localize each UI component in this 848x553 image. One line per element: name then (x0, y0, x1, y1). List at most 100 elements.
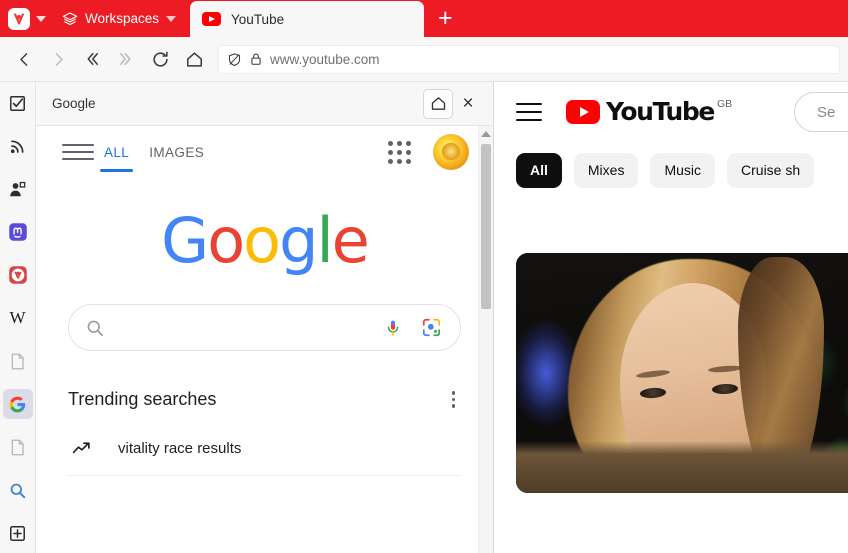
google-lens-icon[interactable] (418, 317, 444, 338)
google-panel: Google × ALL IMAGES Google Trending sear… (36, 82, 494, 553)
youtube-play-icon (566, 100, 600, 124)
logo-letter: g (279, 204, 318, 277)
new-tab-button[interactable]: + (424, 0, 467, 37)
youtube-logo[interactable]: YouTube GB (566, 98, 732, 126)
panel-close-button[interactable]: × (453, 89, 483, 119)
trending-item-label: vitality race results (118, 439, 242, 457)
rail-item-google[interactable] (2, 389, 33, 419)
google-icon (9, 396, 26, 412)
rail-item-contacts[interactable] (3, 174, 33, 204)
youtube-header: YouTube GB Se (494, 82, 848, 142)
shield-blocked-icon (228, 52, 241, 66)
home-icon (431, 97, 445, 110)
logo-letter: l (316, 204, 333, 277)
google-search-box[interactable] (68, 304, 461, 351)
google-logo: Google (56, 210, 473, 272)
workspaces-label: Workspaces (85, 11, 160, 26)
youtube-search-area: Se (756, 92, 848, 132)
tab-youtube[interactable]: YouTube (190, 1, 425, 37)
url-text: www.youtube.com (270, 51, 380, 67)
scrollbar-thumb[interactable] (481, 144, 491, 309)
rail-item-search[interactable] (3, 475, 33, 505)
layers-icon (62, 11, 78, 25)
youtube-search-placeholder: Se (817, 103, 836, 121)
logo-letter: e (331, 204, 370, 277)
google-tab-all[interactable]: ALL (94, 126, 139, 178)
google-page-content: ALL IMAGES Google Trending searches vita… (36, 126, 493, 476)
google-panel-scrollbar[interactable] (478, 126, 493, 553)
rewind-icon (87, 53, 98, 65)
google-tab-images[interactable]: IMAGES (139, 126, 214, 178)
rail-item-vivaldi[interactable] (3, 260, 33, 290)
fastforward-button[interactable] (110, 43, 142, 75)
home-icon (186, 51, 202, 67)
rss-icon (10, 140, 24, 153)
youtube-page: YouTube GB Se All Mixes Music Cruise sh (494, 82, 848, 553)
logo-letter: o (243, 204, 281, 277)
google-panel-title: Google (52, 96, 96, 111)
logo-letter: o (207, 204, 245, 277)
contact-icon (10, 181, 26, 196)
panel-home-button[interactable] (423, 88, 453, 119)
forward-icon (55, 52, 63, 66)
fastforward-icon (120, 53, 131, 65)
search-icon (10, 483, 26, 498)
logo-letter: G (161, 204, 209, 277)
checkbox-icon (10, 95, 25, 111)
kebab-menu-icon[interactable] (446, 387, 462, 412)
trending-title: Trending searches (68, 388, 217, 409)
browser-tab-bar: Workspaces YouTube + (0, 0, 848, 37)
rail-item-wikipedia[interactable]: W (3, 303, 33, 333)
back-button[interactable] (8, 43, 40, 75)
google-panel-body: ALL IMAGES Google Trending searches vita… (36, 126, 493, 553)
chip-all[interactable]: All (516, 152, 562, 188)
panel-rail: W (0, 82, 36, 553)
workspaces-button[interactable]: Workspaces (52, 0, 186, 37)
youtube-video-grid (494, 198, 848, 493)
home-button[interactable] (178, 43, 210, 75)
back-icon (19, 52, 27, 66)
chip-mixes[interactable]: Mixes (573, 152, 639, 188)
rail-item-mastodon[interactable] (3, 217, 33, 247)
avatar[interactable] (433, 134, 469, 170)
forward-button[interactable] (42, 43, 74, 75)
rail-item-add-panel[interactable] (3, 518, 33, 548)
reload-button[interactable] (144, 43, 176, 75)
tab-title: YouTube (231, 11, 285, 27)
rail-item-feeds[interactable] (3, 131, 33, 161)
vivaldi-logo-icon (8, 7, 30, 30)
work-area: W Google × ALL IMAGES Google Trending se… (0, 82, 848, 553)
apps-grid-icon[interactable] (388, 140, 411, 164)
lock-icon (251, 53, 261, 65)
url-field[interactable]: www.youtube.com (218, 44, 840, 74)
chevron-down-icon (166, 15, 177, 22)
google-nav: ALL IMAGES (56, 126, 473, 178)
rail-item-tasks[interactable] (3, 88, 33, 118)
page-icon (11, 439, 24, 455)
youtube-favicon-icon (202, 12, 222, 26)
chip-cruise-ships[interactable]: Cruise sh (727, 152, 815, 188)
hamburger-icon[interactable] (60, 144, 94, 160)
address-bar: www.youtube.com (0, 37, 848, 82)
mastodon-icon (8, 223, 27, 241)
microphone-icon[interactable] (380, 318, 406, 338)
vivaldi-menu-button[interactable] (0, 0, 52, 37)
chip-music[interactable]: Music (650, 152, 716, 188)
youtube-filter-chips: All Mixes Music Cruise sh (494, 142, 848, 198)
video-thumbnail[interactable] (516, 253, 848, 493)
youtube-search-input[interactable]: Se (794, 92, 848, 132)
youtube-country-code: GB (716, 98, 733, 110)
rewind-button[interactable] (76, 43, 108, 75)
magnifier-icon (87, 320, 104, 336)
wikipedia-icon: W (9, 308, 26, 327)
youtube-wordmark: YouTube (606, 97, 715, 126)
reload-icon (152, 51, 168, 67)
scroll-up-arrow-icon[interactable] (479, 126, 493, 141)
rail-item-notes[interactable] (3, 346, 33, 376)
list-item[interactable]: vitality race results (68, 438, 461, 476)
trending-up-icon (68, 438, 94, 459)
page-icon (11, 353, 24, 369)
rail-item-document[interactable] (3, 432, 33, 462)
vivaldi-icon (8, 266, 27, 284)
hamburger-icon[interactable] (516, 103, 542, 121)
